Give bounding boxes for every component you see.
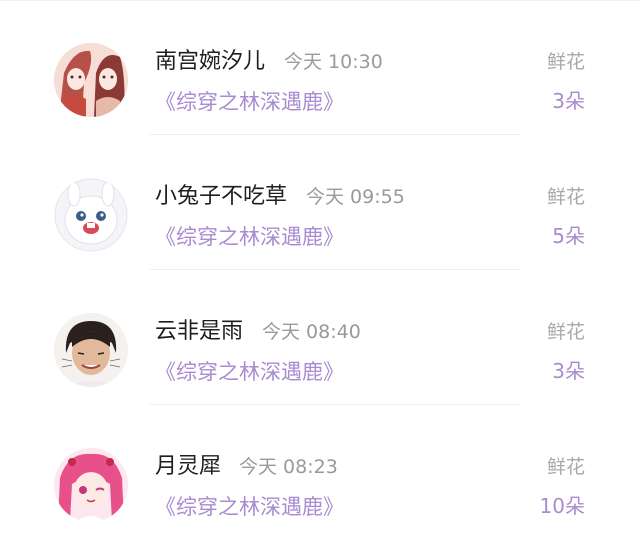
gift-type-label: 鲜花 — [546, 321, 585, 343]
book-title-link[interactable]: 《综穿之林深遇鹿》 — [155, 223, 344, 251]
user-name: 南宫婉汐儿 — [155, 49, 266, 74]
gift-count: 5朵 — [552, 224, 585, 248]
gift-record-list: 南宫婉汐儿 今天 10:30 《综穿之林深遇鹿》 鲜花 3朵 小兔子不吃草 今天… — [0, 0, 640, 545]
gift-time: 今天 10:30 — [284, 51, 383, 73]
woman-photo-avatar[interactable] — [54, 313, 128, 387]
gift-type-label: 鲜花 — [546, 51, 585, 73]
anime-couple-avatar[interactable] — [54, 43, 128, 117]
user-name: 月灵犀 — [155, 454, 222, 479]
gift-record-item[interactable]: 月灵犀 今天 08:23 《综穿之林深遇鹿》 鲜花 10朵 — [0, 405, 640, 540]
gift-record-item[interactable]: 小兔子不吃草 今天 09:55 《综穿之林深遇鹿》 鲜花 5朵 — [0, 135, 640, 270]
pink-anime-girl-avatar[interactable] — [54, 448, 128, 522]
book-title-link[interactable]: 《综穿之林深遇鹿》 — [155, 88, 344, 116]
book-title-link[interactable]: 《综穿之林深遇鹿》 — [155, 493, 344, 521]
gift-count: 10朵 — [539, 494, 585, 518]
gift-count: 3朵 — [552, 359, 585, 383]
gift-record-item[interactable]: 南宫婉汐儿 今天 10:30 《综穿之林深遇鹿》 鲜花 3朵 — [0, 0, 640, 135]
white-bunny-avatar[interactable] — [54, 178, 128, 252]
book-title-link[interactable]: 《综穿之林深遇鹿》 — [155, 358, 344, 386]
user-name: 小兔子不吃草 — [155, 184, 288, 209]
gift-type-label: 鲜花 — [546, 456, 585, 478]
gift-time: 今天 09:55 — [306, 186, 405, 208]
user-name: 云非是雨 — [155, 319, 244, 344]
gift-type-label: 鲜花 — [546, 186, 585, 208]
gift-record-item[interactable]: 云非是雨 今天 08:40 《综穿之林深遇鹿》 鲜花 3朵 — [0, 270, 640, 405]
gift-time: 今天 08:40 — [262, 321, 361, 343]
gift-count: 3朵 — [552, 89, 585, 113]
gift-time: 今天 08:23 — [239, 456, 338, 478]
